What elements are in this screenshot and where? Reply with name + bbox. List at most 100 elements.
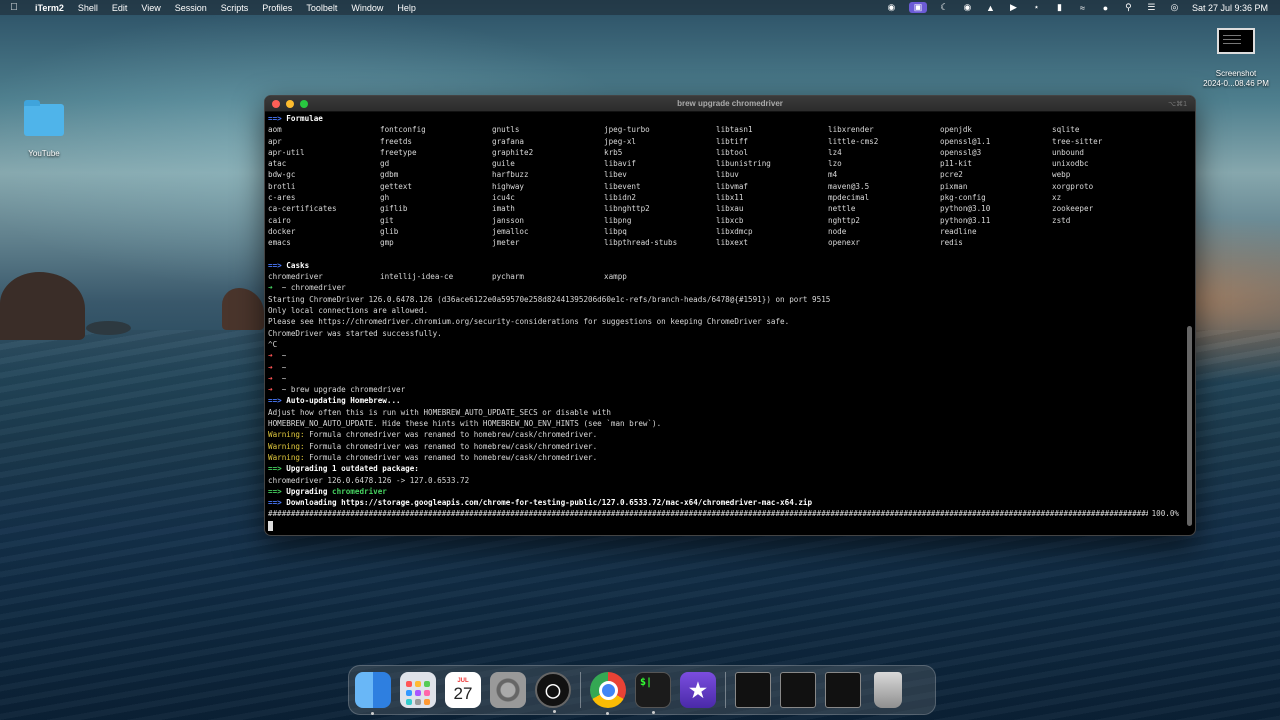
battery-icon[interactable]: ▮ xyxy=(1054,2,1065,13)
screenshot-thumbnail-icon xyxy=(1217,28,1255,54)
arrow-marker: ==> xyxy=(268,260,282,270)
formula-item: mpdecimal xyxy=(828,193,870,203)
chrome-icon[interactable] xyxy=(590,672,626,715)
formula-item: gmp xyxy=(380,238,394,248)
finder-icon[interactable] xyxy=(355,672,391,715)
output-line: Adjust how often this is run with HOMEBR… xyxy=(268,407,611,417)
running-indicator xyxy=(553,710,556,713)
warning-label: Warning: xyxy=(268,430,305,440)
formula-item: highway xyxy=(492,181,525,191)
text-cursor[interactable] xyxy=(268,520,273,531)
formula-item: libxdmcp xyxy=(716,226,753,236)
hat-icon[interactable]: ▲ xyxy=(985,2,996,13)
formula-item: giflib xyxy=(380,204,408,214)
menu-scripts[interactable]: Scripts xyxy=(214,3,256,13)
formula-item: freetds xyxy=(380,136,413,146)
recent-document-icon[interactable] xyxy=(735,672,771,708)
casks-list: chromedriver intellij-idea-ce pycharm xampp xyxy=(268,271,1181,282)
wifi-icon[interactable]: ≈ xyxy=(1077,2,1088,13)
play-icon[interactable]: ▶ xyxy=(1008,2,1019,13)
formula-item: libev xyxy=(604,170,627,180)
dock: JUL 27 ◯ $| ★ xyxy=(348,665,936,715)
formula-item: libtasn1 xyxy=(716,125,753,135)
menu-app-name[interactable]: iTerm2 xyxy=(28,3,71,13)
siri-icon[interactable]: ◎ xyxy=(1169,2,1180,13)
search-icon[interactable]: ⚲ xyxy=(1123,2,1134,13)
formula-item: emacs xyxy=(268,238,291,248)
terminal-glyph: $| xyxy=(640,677,653,688)
running-indicator xyxy=(606,712,609,715)
formula-item xyxy=(1052,237,1164,248)
menu-toolbelt[interactable]: Toolbelt xyxy=(299,3,344,13)
formula-item: unbound xyxy=(1052,147,1085,157)
formula-item: gnutls xyxy=(492,125,520,135)
obs-status-icon[interactable]: ◉ xyxy=(886,2,897,13)
formula-item: nghttp2 xyxy=(828,215,861,225)
wallpaper-rock xyxy=(222,288,264,330)
menu-view[interactable]: View xyxy=(134,3,167,13)
formula-item: lz4 xyxy=(828,147,842,157)
warning-line: Warning: Formula chromedriver was rename… xyxy=(268,452,1181,463)
menu-edit[interactable]: Edit xyxy=(105,3,135,13)
imovie-icon[interactable]: ★ xyxy=(680,672,716,708)
terminal-icon[interactable]: $| xyxy=(635,672,671,714)
terminal-titlebar[interactable]: brew upgrade chromedriver ⌥⌘1 xyxy=(265,96,1195,112)
terminal-output[interactable]: ==> Formulae aom fontconfig gnutls jpeg-tur… xyxy=(268,113,1181,535)
formula-item: p11-kit xyxy=(940,159,973,169)
launchpad-icon[interactable] xyxy=(400,672,436,708)
formula-item: openjdk xyxy=(940,125,973,135)
formula-item: unixodbc xyxy=(1052,159,1089,169)
menu-help[interactable]: Help xyxy=(390,3,423,13)
record-icon[interactable]: ◉ xyxy=(962,2,973,13)
desktop-screenshot-file[interactable]: Screenshot 2024-0...08.46 PM xyxy=(1195,28,1277,89)
formula-item: libtiff xyxy=(716,136,749,146)
output-line: Starting ChromeDriver 126.0.6478.126 (d3… xyxy=(268,294,831,304)
cask-item: pycharm xyxy=(492,272,525,282)
terminal-window[interactable]: brew upgrade chromedriver ⌥⌘1 ==> Formul… xyxy=(264,95,1196,536)
formula-item: little-cms2 xyxy=(828,136,879,146)
menu-profiles[interactable]: Profiles xyxy=(255,3,299,13)
trash-icon[interactable] xyxy=(874,672,902,708)
apple-icon[interactable]:  xyxy=(0,2,28,13)
formula-item: cairo xyxy=(268,215,291,225)
dock-separator xyxy=(725,672,726,708)
menu-session[interactable]: Session xyxy=(168,3,214,13)
casks-header: Casks xyxy=(286,260,310,270)
recent-window-icon[interactable] xyxy=(780,672,816,708)
menu-clock[interactable]: Sat 27 Jul 9:36 PM xyxy=(1192,3,1268,13)
recent-window-icon[interactable] xyxy=(825,672,861,708)
warning-line: Warning: Formula chromedriver was rename… xyxy=(268,429,1181,440)
formula-item: atac xyxy=(268,159,287,169)
system-settings-icon[interactable] xyxy=(490,672,526,708)
formula-item: grafana xyxy=(492,136,525,146)
window-shortcut: ⌥⌘1 xyxy=(1168,100,1187,108)
terminal-scrollbar[interactable] xyxy=(1187,326,1192,526)
bluetooth-icon[interactable]: ⋆ xyxy=(1031,2,1042,13)
formula-item: tree-sitter xyxy=(1052,136,1103,146)
screen-share-icon[interactable]: ▣ xyxy=(908,2,927,13)
warning-text: Formula chromedriver was renamed to home… xyxy=(304,430,598,440)
control-center-icon[interactable]: ☰ xyxy=(1146,2,1157,13)
calendar-icon[interactable]: JUL 27 xyxy=(445,672,481,708)
moon-icon[interactable]: ☾ xyxy=(939,2,950,13)
terminal-title: brew upgrade chromedriver xyxy=(677,99,783,108)
menu-window[interactable]: Window xyxy=(344,3,390,13)
user-icon[interactable]: ● xyxy=(1100,2,1111,13)
formula-item: zookeeper xyxy=(1052,204,1094,214)
formula-item: openexr xyxy=(828,238,861,248)
formula-item: gh xyxy=(380,193,390,203)
formula-item: pixman xyxy=(940,181,968,191)
cask-item: intellij-idea-ce xyxy=(380,272,454,282)
formula-item: node xyxy=(828,226,847,236)
desktop-folder-youtube[interactable]: YouTube xyxy=(20,100,68,158)
folder-icon xyxy=(24,100,64,136)
cask-item: xampp xyxy=(604,272,627,282)
formula-item: c-ares xyxy=(268,193,296,203)
formula-item: git xyxy=(380,215,394,225)
formulae-header: Formulae xyxy=(286,114,323,123)
downloading-text: Downloading https://storage.googleapis.c… xyxy=(286,498,813,508)
menu-shell[interactable]: Shell xyxy=(71,3,105,13)
formulae-header-line: ==> Formulae xyxy=(268,113,1181,124)
command-text: ~ xyxy=(281,351,287,361)
obs-icon[interactable]: ◯ xyxy=(535,672,571,713)
